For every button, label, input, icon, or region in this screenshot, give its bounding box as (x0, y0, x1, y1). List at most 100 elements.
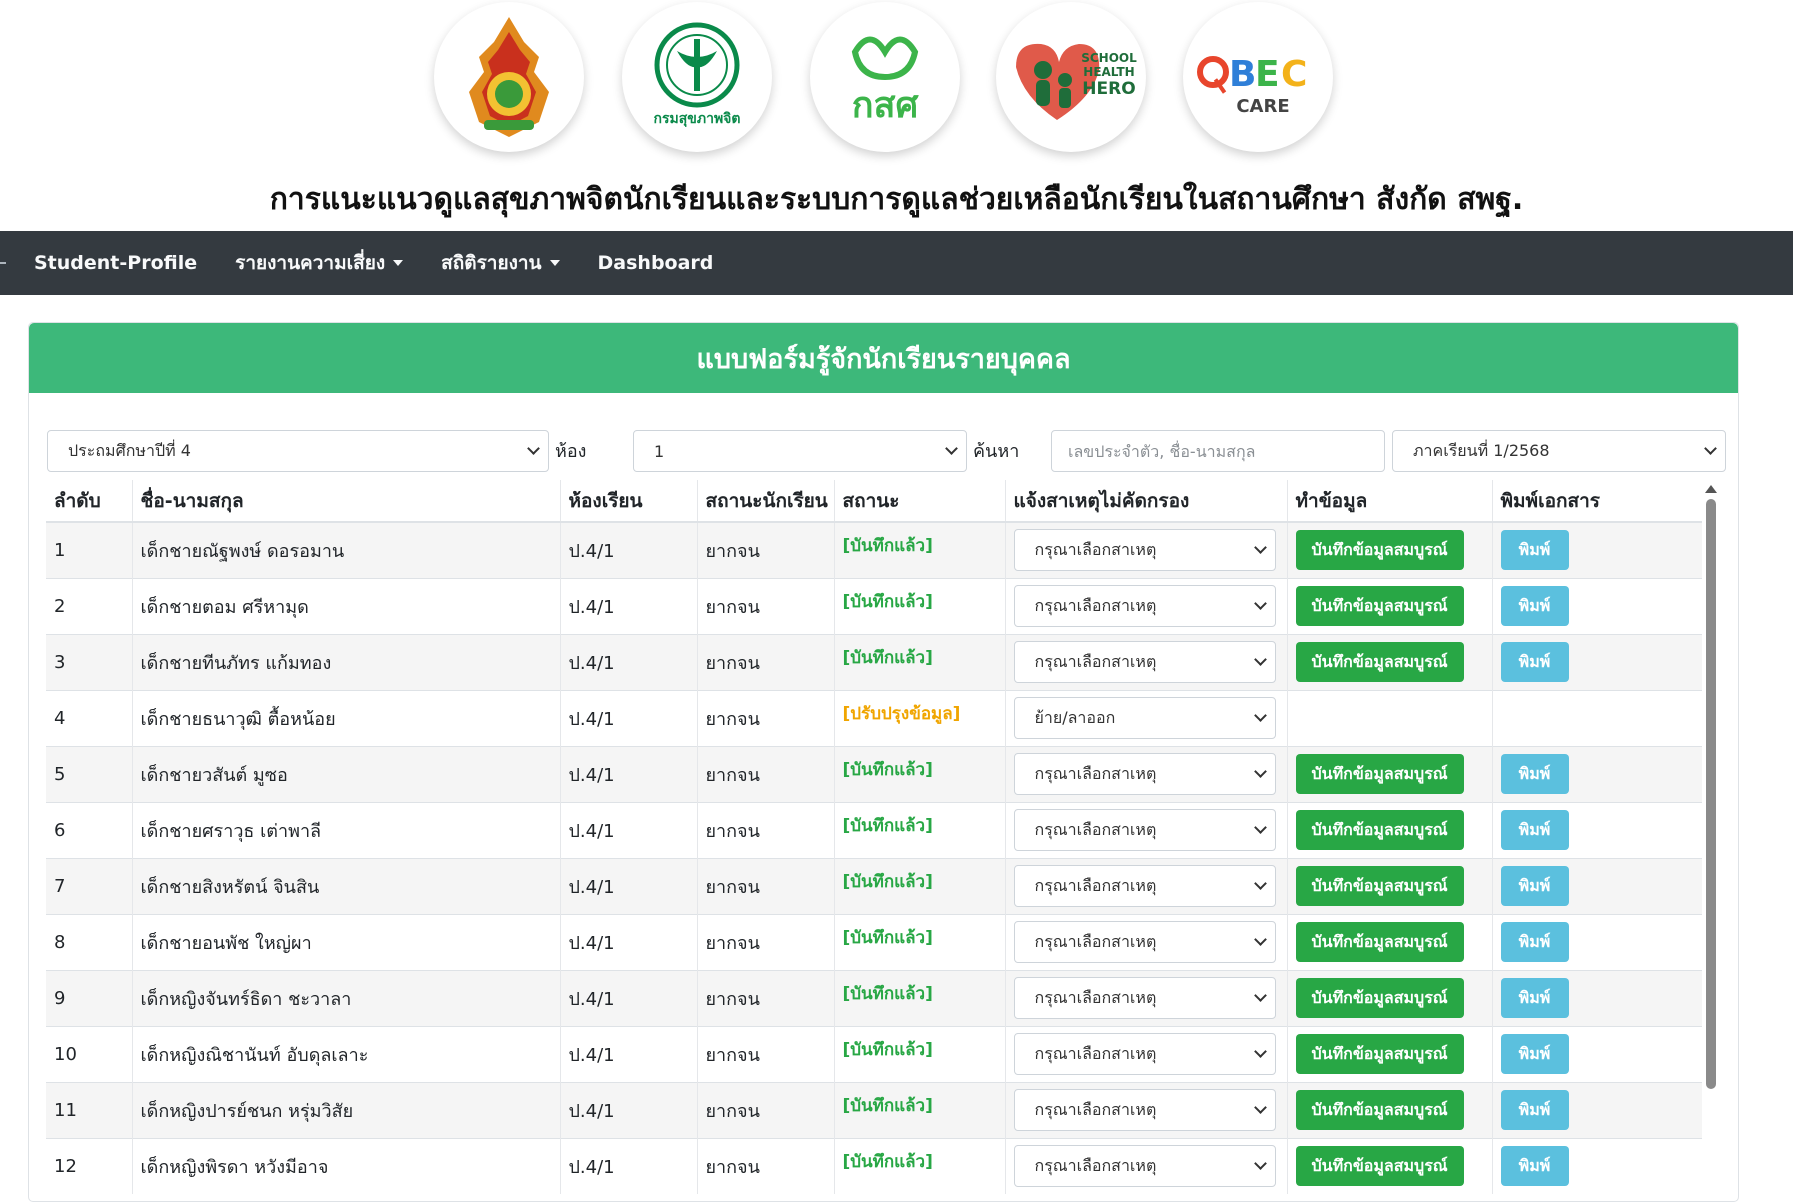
table-header-row: ลำดับ ชื่อ-นามสกุล ห้องเรียน สถานะนักเรี… (46, 480, 1702, 523)
reason-select[interactable]: กรุณาเลือกสาเหตุ (1013, 977, 1276, 1019)
cell-reason: กรุณาเลือกสาเหตุ (1004, 857, 1287, 914)
cell-name: เด็กชายตอม ศรีหามุด (131, 577, 560, 634)
room-select[interactable]: 1 (633, 430, 967, 472)
reason-select[interactable]: กรุณาเลือกสาเหตุ (1013, 1145, 1276, 1188)
cell-action: บันทึกข้อมูลสมบูรณ์ (1286, 857, 1492, 914)
save-complete-button[interactable]: บันทึกข้อมูลสมบูรณ์ (1295, 586, 1464, 626)
reason-select[interactable]: กรุณาเลือกสาเหตุ (1013, 585, 1276, 627)
svg-text:C: C (1281, 54, 1307, 95)
save-complete-button[interactable]: บันทึกข้อมูลสมบูรณ์ (1295, 754, 1464, 794)
main-navbar: Student-Profile รายงานความเสี่ยง สถิติรายง… (0, 231, 1793, 295)
cell-student-status: ยากจน (696, 1025, 834, 1082)
reason-select[interactable]: กรุณาเลือกสาเหตุ (1013, 1033, 1276, 1075)
cell-student-status: ยากจน (696, 521, 834, 578)
cell-reason: กรุณาเลือกสาเหตุ (1004, 633, 1287, 690)
table-row: 6 เด็กชายศราวุธ เต่าพาลี ป.4/1 ยากจน [บันทึก… (46, 801, 1702, 858)
print-button[interactable]: พิมพ์ (1500, 1034, 1569, 1074)
scroll-thumb[interactable] (1706, 499, 1716, 1089)
chevron-down-icon (1253, 933, 1267, 946)
print-button[interactable]: พิมพ์ (1500, 642, 1569, 682)
reason-select[interactable]: กรุณาเลือกสาเหตุ (1013, 921, 1276, 963)
status-badge: [ปรับปรุงข้อมูล] (842, 703, 961, 724)
cell-status: [บันทึกแล้ว] (833, 1137, 1005, 1194)
save-complete-button[interactable]: บันทึกข้อมูลสมบูรณ์ (1295, 1034, 1464, 1074)
header-no: ลำดับ (46, 480, 132, 523)
table-row: 1 เด็กชายณัฐพงษ์ ดอรอมาน ป.4/1 ยากจน [บันทึก… (46, 521, 1702, 578)
reason-select-value: กรุณาเลือกสาเหตุ (1034, 875, 1157, 895)
status-badge: [บันทึกแล้ว] (842, 927, 933, 948)
nav-item-3[interactable]: Dashboard (598, 252, 714, 274)
status-badge: [บันทึกแล้ว] (842, 1095, 933, 1116)
nav-item-2[interactable]: สถิติรายงาน (441, 248, 560, 278)
save-complete-button[interactable]: บันทึกข้อมูลสมบูรณ์ (1295, 922, 1464, 962)
cell-print: พิมพ์ (1491, 745, 1702, 802)
nav-item-label: สถิติรายงาน (441, 252, 542, 274)
print-button[interactable]: พิมพ์ (1500, 586, 1569, 626)
card-title: แบบฟอร์มรู้จักนักเรียนรายบุคคล (29, 323, 1738, 393)
reason-select[interactable]: กรุณาเลือกสาเหตุ (1013, 1089, 1276, 1131)
cell-status: [บันทึกแล้ว] (833, 577, 1005, 634)
save-complete-button[interactable]: บันทึกข้อมูลสมบูรณ์ (1295, 530, 1464, 571)
print-button[interactable]: พิมพ์ (1500, 978, 1569, 1018)
grade-select[interactable]: ประถมศึกษาปีที่ 4 (47, 430, 549, 472)
cell-no: 11 (46, 1081, 132, 1138)
cell-action: บันทึกข้อมูลสมบูรณ์ (1286, 521, 1492, 578)
department-of-mental-health-logo: กรมสุขภาพจิต (622, 2, 772, 152)
print-button[interactable]: พิมพ์ (1500, 922, 1569, 962)
cell-no: 2 (46, 577, 132, 634)
header-action: ทำข้อมูล (1286, 480, 1492, 523)
print-button[interactable]: พิมพ์ (1500, 1090, 1569, 1130)
print-button[interactable]: พิมพ์ (1500, 866, 1569, 906)
student-table: ลำดับ ชื่อ-นามสกุล ห้องเรียน สถานะนักเรี… (46, 480, 1702, 1194)
nav-item-label: รายงานความเสี่ยง (235, 252, 386, 274)
nav-item-1[interactable]: รายงานความเสี่ยง (235, 248, 404, 278)
caret-down-icon (549, 260, 560, 266)
reason-select[interactable]: กรุณาเลือกสาเหตุ (1013, 753, 1276, 795)
status-badge: [บันทึกแล้ว] (842, 759, 933, 780)
reason-select[interactable]: กรุณาเลือกสาเหตุ (1013, 641, 1276, 683)
obec-emblem-logo (434, 2, 584, 152)
print-button[interactable]: พิมพ์ (1500, 1146, 1569, 1187)
chevron-down-icon (945, 442, 958, 455)
table-row: 5 เด็กชายวสันต์ มูซอ ป.4/1 ยากจน [บันทึกแล้ว… (46, 745, 1702, 802)
reason-select[interactable]: กรุณาเลือกสาเหตุ (1013, 809, 1276, 851)
cell-print (1491, 689, 1702, 746)
save-complete-button[interactable]: บันทึกข้อมูลสมบูรณ์ (1295, 810, 1464, 850)
print-button[interactable]: พิมพ์ (1500, 810, 1569, 850)
thaihealth-logo: กสศ (810, 2, 960, 152)
cell-room: ป.4/1 (559, 689, 697, 746)
status-badge: [บันทึกแล้ว] (842, 647, 933, 668)
cell-name: เด็กหญิงจันทร์ธิดา ชะวาลา (131, 969, 560, 1026)
save-complete-button[interactable]: บันทึกข้อมูลสมบูรณ์ (1295, 978, 1464, 1018)
table-scrollbar[interactable] (1704, 483, 1718, 1103)
cell-status: [บันทึกแล้ว] (833, 521, 1005, 578)
cell-name: เด็กหญิงปารย์ชนก หรุ่มวิสัย (131, 1081, 560, 1138)
cell-name: เด็กชายวสันต์ มูซอ (131, 745, 560, 802)
save-complete-button[interactable]: บันทึกข้อมูลสมบูรณ์ (1295, 866, 1464, 906)
cell-no: 9 (46, 969, 132, 1026)
reason-select[interactable]: กรุณาเลือกสาเหตุ (1013, 529, 1276, 572)
scroll-up-arrow-icon[interactable] (1705, 485, 1717, 493)
print-button[interactable]: พิมพ์ (1500, 754, 1569, 794)
save-complete-button[interactable]: บันทึกข้อมูลสมบูรณ์ (1295, 1090, 1464, 1130)
reason-select-value: กรุณาเลือกสาเหตุ (1034, 931, 1157, 951)
cell-name: เด็กชายธนาวุฒิ ตื้อหน้อย (131, 689, 560, 746)
cell-action (1286, 689, 1492, 746)
save-complete-button[interactable]: บันทึกข้อมูลสมบูรณ์ (1295, 642, 1464, 682)
cell-no: 1 (46, 521, 132, 578)
cell-room: ป.4/1 (559, 521, 697, 578)
term-select[interactable]: ภาคเรียนที่ 1/2568 (1392, 430, 1726, 472)
cell-student-status: ยากจน (696, 745, 834, 802)
reason-select[interactable]: กรุณาเลือกสาเหตุ (1013, 865, 1276, 907)
print-button[interactable]: พิมพ์ (1500, 530, 1569, 571)
save-complete-button[interactable]: บันทึกข้อมูลสมบูรณ์ (1295, 1146, 1464, 1187)
reason-select[interactable]: ย้าย/ลาออก (1013, 697, 1276, 739)
table-row: 7 เด็กชายสิงหรัตน์ จินสิน ป.4/1 ยากจน [บันทึ… (46, 857, 1702, 914)
cell-student-status: ยากจน (696, 577, 834, 634)
cell-no: 6 (46, 801, 132, 858)
search-input[interactable] (1051, 430, 1385, 472)
table-row: 3 เด็กชายทีนภัทร แก้มทอง ป.4/1 ยากจน [บันทึก… (46, 633, 1702, 690)
cell-student-status: ยากจน (696, 969, 834, 1026)
status-badge: [บันทึกแล้ว] (842, 815, 933, 836)
nav-item-0[interactable]: Student-Profile (34, 252, 197, 274)
